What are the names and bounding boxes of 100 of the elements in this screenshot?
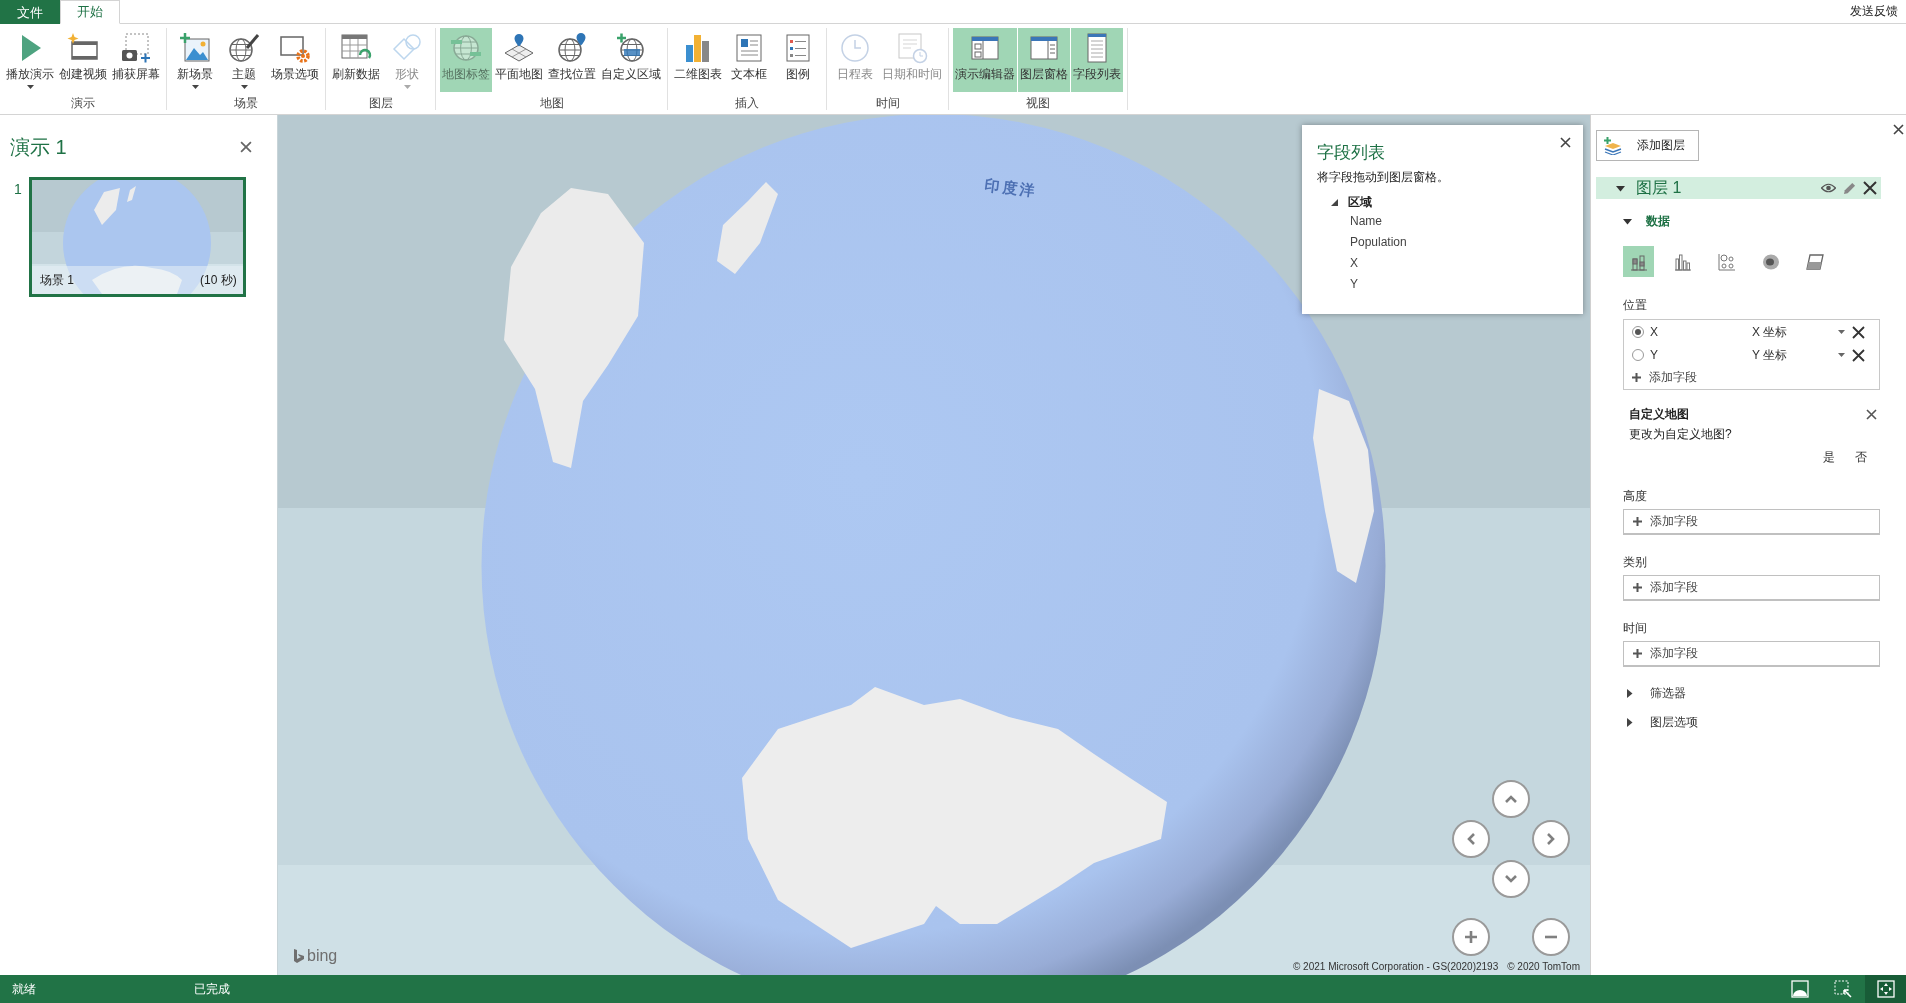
type-dropdown[interactable]: X 坐标 bbox=[1752, 323, 1845, 341]
zoom-out-button[interactable] bbox=[1532, 918, 1570, 956]
caret-right-icon[interactable] bbox=[1625, 688, 1634, 698]
ribbon-button[interactable]: 播放演示 bbox=[4, 28, 56, 92]
remove-icon[interactable] bbox=[1852, 348, 1865, 362]
close-icon[interactable] bbox=[1866, 409, 1877, 420]
close-icon[interactable] bbox=[240, 141, 252, 153]
field-label: 时间 bbox=[1623, 620, 1648, 636]
ribbon-button[interactable]: 图层窗格 bbox=[1018, 28, 1070, 92]
ribbon-button[interactable]: 平面地图 bbox=[493, 28, 545, 92]
caret-down-icon bbox=[1838, 353, 1845, 357]
ribbon-tab[interactable]: 文件 bbox=[0, 0, 60, 24]
ribbon-button[interactable]: 二维图表 bbox=[672, 28, 724, 92]
tree-item[interactable]: Name bbox=[1350, 210, 1382, 231]
caret-down-icon[interactable] bbox=[1623, 216, 1632, 226]
field-label: 位置 bbox=[1623, 297, 1648, 313]
select-icon bbox=[1832, 979, 1853, 999]
yes-button[interactable]: 是 bbox=[1823, 449, 1835, 466]
hint-text: 将字段拖动到图层窗格。 bbox=[1317, 169, 1450, 186]
plus-icon bbox=[1633, 517, 1642, 526]
layers-plus-icon bbox=[1603, 136, 1623, 155]
group-label: 场景 bbox=[234, 96, 258, 110]
field-label: 高度 bbox=[1623, 488, 1648, 504]
pan-left-button[interactable] bbox=[1452, 820, 1490, 858]
zoom-in-button[interactable] bbox=[1452, 918, 1490, 956]
logo-text: bing bbox=[307, 947, 338, 965]
tree-item[interactable]: Y bbox=[1350, 273, 1358, 294]
ribbon-button[interactable]: 刷新数据 bbox=[330, 28, 382, 92]
group-label: 时间 bbox=[875, 96, 900, 110]
ribbon-button[interactable]: 查找位置 bbox=[546, 28, 598, 92]
plus-icon bbox=[1632, 373, 1641, 383]
ribbon-button[interactable]: 新场景 bbox=[171, 28, 219, 92]
ribbon-button[interactable]: 自定义区域 bbox=[599, 28, 663, 92]
ribbon-button[interactable]: 演示编辑器 bbox=[953, 28, 1017, 92]
notice-text: 更改为自定义地图? bbox=[1629, 426, 1733, 443]
group-label: 插入 bbox=[735, 96, 759, 110]
caret-down-icon bbox=[1838, 330, 1845, 335]
ribbon-button[interactable]: 场景选项 bbox=[269, 28, 321, 92]
tree-item[interactable]: 区域 bbox=[1348, 193, 1372, 211]
add-field-button[interactable]: 添加字段 bbox=[1623, 509, 1880, 535]
region-icon bbox=[1805, 252, 1824, 271]
scene-thumbnail[interactable]: 场景 1 (10 秒) bbox=[28, 177, 246, 297]
plus-icon bbox=[1464, 930, 1478, 944]
pan-right-button[interactable] bbox=[1532, 820, 1570, 858]
pan-up-button[interactable] bbox=[1492, 780, 1530, 818]
close-icon[interactable] bbox=[1560, 137, 1571, 148]
globe-icon bbox=[450, 32, 482, 64]
tree-item[interactable]: X bbox=[1350, 252, 1358, 273]
layer-header[interactable]: 图层 1 bbox=[1596, 177, 1881, 199]
ribbon-button[interactable]: 主题 bbox=[220, 28, 268, 92]
plus-icon bbox=[1633, 649, 1642, 658]
notice-title: 自定义地图 bbox=[1629, 406, 1689, 423]
add-layer-button[interactable]: 添加图层 bbox=[1596, 130, 1699, 161]
layer-name: 图层 1 bbox=[1636, 177, 1683, 198]
section-toggle[interactable]: 图层选项 bbox=[1623, 714, 1698, 730]
map-label: 印度洋 bbox=[983, 175, 1039, 202]
logo-icon bbox=[294, 949, 304, 963]
map-pin-icon bbox=[503, 32, 535, 64]
stacked-column-icon bbox=[1629, 252, 1648, 271]
remove-icon[interactable] bbox=[1852, 325, 1865, 339]
field-name: Y bbox=[1650, 348, 1659, 362]
move-icon bbox=[1875, 979, 1896, 999]
group-label: 演示 bbox=[71, 96, 95, 110]
type-dropdown[interactable]: Y 坐标 bbox=[1752, 346, 1845, 364]
group-label: 图层 bbox=[368, 96, 393, 110]
calendar-clock-icon bbox=[896, 32, 928, 64]
plus-icon bbox=[1633, 583, 1642, 592]
attribution-text: © 2020 TomTom bbox=[1507, 961, 1580, 972]
text-box-icon bbox=[733, 32, 765, 64]
add-field-button[interactable]: 添加字段 bbox=[1623, 641, 1880, 667]
globe-plus-icon bbox=[615, 32, 647, 64]
feedback-link[interactable]: 发送反馈 bbox=[1850, 3, 1906, 20]
no-button[interactable]: 否 bbox=[1855, 449, 1867, 466]
close-icon[interactable] bbox=[1863, 181, 1877, 195]
ribbon-button[interactable]: 字段列表 bbox=[1071, 28, 1123, 92]
caret-right-icon[interactable] bbox=[1625, 717, 1634, 727]
field-name: X bbox=[1650, 325, 1659, 340]
ribbon-button[interactable]: 捕获屏幕 bbox=[110, 28, 162, 92]
view-button[interactable] bbox=[1865, 975, 1906, 1003]
ribbon-tab[interactable]: 开始 bbox=[60, 0, 120, 24]
eye-icon[interactable] bbox=[1821, 183, 1836, 193]
caret-down-icon[interactable] bbox=[1331, 198, 1338, 206]
scene-number: 1 bbox=[14, 181, 22, 197]
pan-down-button[interactable] bbox=[1492, 860, 1530, 898]
tree-item[interactable]: Population bbox=[1350, 231, 1407, 252]
ribbon-button[interactable]: 文本框 bbox=[725, 28, 773, 92]
caret-down-icon[interactable] bbox=[1616, 183, 1625, 193]
radio-button[interactable] bbox=[1632, 326, 1644, 339]
bubble-icon bbox=[1717, 252, 1736, 271]
ribbon-button[interactable]: 创建视频 bbox=[57, 28, 109, 92]
group-label: 视图 bbox=[1026, 96, 1050, 110]
ribbon-button[interactable]: 图例 bbox=[774, 28, 822, 92]
add-field-button[interactable]: 添加字段 bbox=[1623, 575, 1880, 601]
close-icon[interactable] bbox=[1893, 124, 1904, 135]
column-chart-icon bbox=[1673, 252, 1692, 271]
radio-button[interactable] bbox=[1632, 349, 1644, 361]
landscape-icon bbox=[1789, 979, 1810, 999]
section-toggle[interactable]: 筛选器 bbox=[1623, 685, 1686, 701]
pencil-icon[interactable] bbox=[1843, 181, 1856, 195]
status-text: 就绪 bbox=[12, 980, 37, 998]
